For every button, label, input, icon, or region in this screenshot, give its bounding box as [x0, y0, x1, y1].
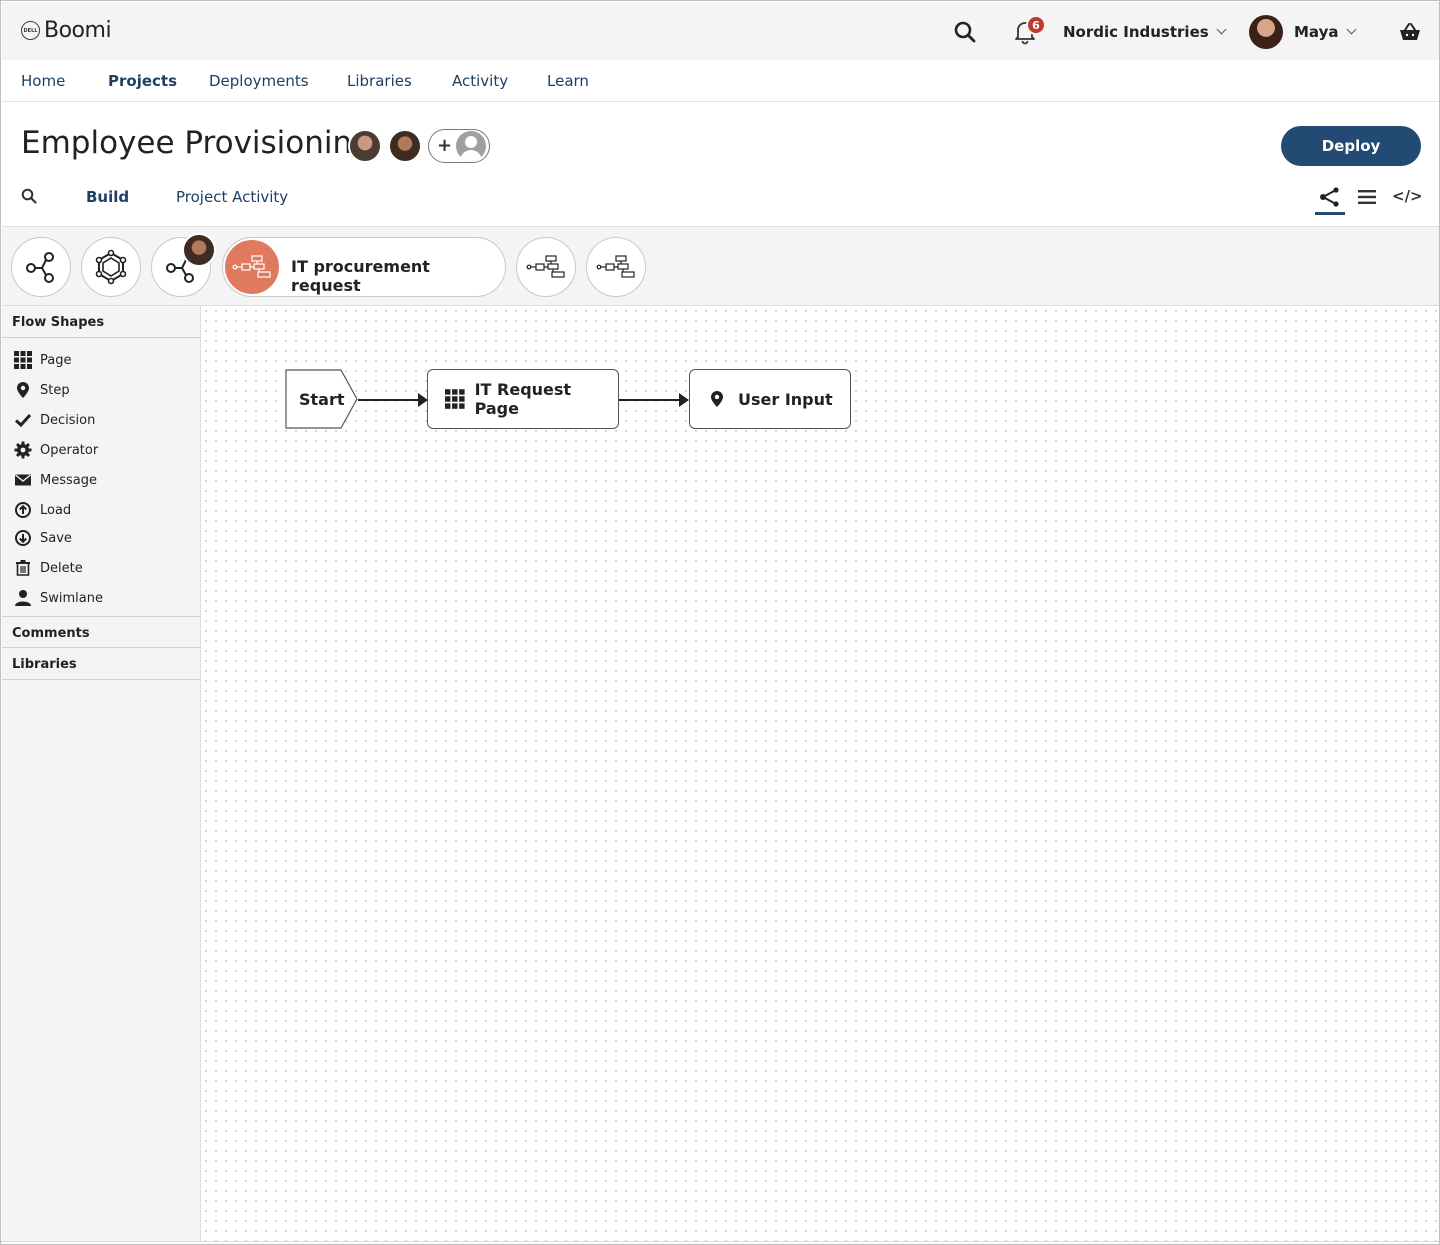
flow-tabs-strip: IT procurement request: [2, 226, 1439, 306]
shape-page[interactable]: Page: [14, 351, 71, 369]
page-node[interactable]: IT Request Page: [427, 369, 619, 429]
sidebar: Flow Shapes Page Step Decision Operator …: [2, 306, 201, 1241]
step-node[interactable]: User Input: [689, 369, 851, 429]
nav-deployments[interactable]: Deployments: [209, 72, 309, 90]
shape-label: Decision: [40, 412, 96, 428]
list-view-icon[interactable]: [1357, 189, 1377, 205]
basket-icon[interactable]: [1398, 21, 1422, 43]
grid-icon: [445, 389, 465, 409]
user-menu[interactable]: Maya: [1294, 23, 1356, 41]
nav-home[interactable]: Home: [21, 72, 65, 90]
flow-view-icon[interactable]: [1319, 187, 1341, 207]
shape-label: Swimlane: [40, 590, 103, 606]
active-view-indicator: [1315, 212, 1345, 215]
map-pin-icon: [711, 391, 723, 407]
flow-diagram-icon: [225, 240, 279, 294]
flow-tab[interactable]: [11, 237, 71, 297]
shape-label: Message: [40, 472, 97, 488]
tab-project-activity[interactable]: Project Activity: [176, 188, 288, 206]
flow-tab[interactable]: [81, 237, 141, 297]
envelope-icon: [15, 474, 31, 486]
nav-libraries[interactable]: Libraries: [347, 72, 412, 90]
shape-swimlane[interactable]: Swimlane: [14, 589, 103, 607]
shape-label: Delete: [40, 560, 83, 576]
connector-arrow[interactable]: [358, 393, 428, 407]
add-collaborator-button[interactable]: +: [428, 129, 490, 163]
dell-logo-icon: DELL: [21, 21, 40, 40]
chevron-down-icon: [1346, 24, 1356, 35]
chevron-down-icon: [1216, 24, 1227, 35]
shape-save[interactable]: Save: [14, 529, 72, 547]
org-switcher[interactable]: Nordic Industries: [1063, 23, 1227, 41]
nav-activity[interactable]: Activity: [452, 72, 508, 90]
shape-operator[interactable]: Operator: [14, 441, 98, 459]
notification-badge: 6: [1026, 15, 1046, 35]
nav-learn[interactable]: Learn: [547, 72, 589, 90]
connector-arrow[interactable]: [619, 393, 689, 407]
bottom-border: [1, 1241, 1439, 1244]
network-icon: [95, 249, 127, 285]
shape-decision[interactable]: Decision: [14, 411, 95, 429]
flow-tab[interactable]: [586, 237, 646, 297]
page-title: Employee Provisioning: [21, 125, 372, 161]
org-name: Nordic Industries: [1063, 23, 1209, 41]
shape-label: Step: [40, 382, 70, 398]
deploy-button[interactable]: Deploy: [1281, 126, 1421, 166]
nav-projects[interactable]: Projects: [108, 72, 177, 90]
shape-step[interactable]: Step: [14, 381, 70, 399]
shape-message[interactable]: Message: [14, 471, 97, 489]
upload-circle-icon: [15, 502, 31, 518]
shape-delete[interactable]: Delete: [14, 559, 83, 577]
brand-name: Boomi: [44, 18, 112, 43]
trash-icon: [16, 560, 30, 576]
gear-icon: [14, 441, 32, 459]
check-icon: [14, 413, 32, 428]
main-nav: Home Projects Deployments Libraries Acti…: [2, 60, 1439, 102]
collaborator-avatar[interactable]: [388, 129, 422, 163]
search-icon[interactable]: [21, 188, 37, 204]
grid-icon: [14, 351, 32, 369]
flow-canvas[interactable]: Start IT Request Page User Input: [201, 306, 1439, 1241]
page-node-label: IT Request Page: [474, 380, 572, 418]
shape-label: Load: [40, 502, 72, 518]
map-pin-icon: [17, 382, 29, 398]
user-avatar[interactable]: [1249, 15, 1283, 49]
person-icon: [15, 590, 31, 606]
flow-diagram-icon: [526, 255, 565, 278]
step-node-label: User Input: [738, 389, 833, 409]
plus-icon: +: [437, 135, 453, 156]
user-placeholder-icon: [456, 131, 486, 161]
download-circle-icon: [15, 530, 31, 546]
flow-tab[interactable]: [516, 237, 576, 297]
editor-avatar: [182, 233, 216, 267]
shape-label: Operator: [40, 442, 99, 458]
collaborator-avatar[interactable]: [348, 129, 382, 163]
flow-icon: [26, 252, 54, 283]
user-name: Maya: [1294, 23, 1339, 41]
search-icon[interactable]: [953, 20, 977, 44]
app-frame: DELL Boomi 6 Nordic Industries Maya Home…: [0, 0, 1440, 1245]
shape-load[interactable]: Load: [14, 501, 71, 519]
active-flow-label: IT procurement request: [291, 257, 430, 295]
comments-header[interactable]: Comments: [2, 616, 201, 648]
flow-tab-active[interactable]: IT procurement request: [222, 237, 506, 297]
tab-build[interactable]: Build: [86, 188, 129, 206]
libraries-header[interactable]: Libraries: [2, 648, 201, 680]
code-view-icon[interactable]: </>: [1392, 187, 1423, 205]
flow-diagram-icon: [596, 255, 635, 278]
shape-label: Save: [40, 530, 72, 546]
flow-shapes-header[interactable]: Flow Shapes: [2, 306, 201, 338]
start-node-label: Start: [299, 390, 345, 409]
boomi-logo[interactable]: DELL Boomi: [21, 18, 112, 43]
shape-label: Page: [40, 352, 72, 368]
